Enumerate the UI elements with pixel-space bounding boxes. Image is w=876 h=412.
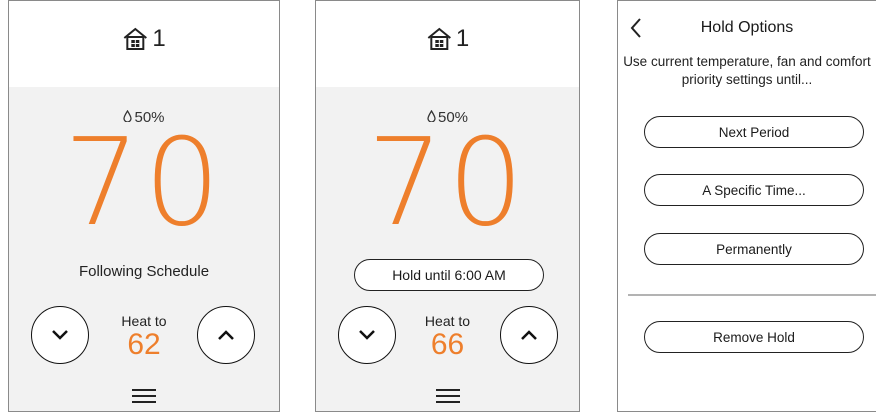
home-zone-icon bbox=[123, 27, 147, 50]
schedule-status: Following Schedule bbox=[78, 263, 210, 280]
menu-icon[interactable] bbox=[435, 389, 460, 403]
zone-indicator[interactable]: 1 bbox=[122, 25, 166, 53]
increase-setpoint-button[interactable] bbox=[197, 306, 255, 364]
header: 1 bbox=[316, 1, 579, 87]
header: 1 bbox=[9, 1, 279, 87]
hold-status-button[interactable]: Hold until 6:00 AM bbox=[354, 259, 544, 291]
chevron-up-icon bbox=[521, 330, 537, 340]
divider bbox=[628, 294, 876, 296]
hold-options-screen: Hold Options Use current temperature, fa… bbox=[617, 0, 876, 412]
current-temperature: 70 bbox=[63, 114, 225, 253]
remove-hold-button[interactable]: Remove Hold bbox=[644, 321, 864, 353]
increase-setpoint-button[interactable] bbox=[500, 306, 558, 364]
specific-time-button[interactable]: A Specific Time... bbox=[644, 174, 864, 206]
zone-number: 1 bbox=[455, 25, 470, 52]
thermostat-hold-screen: 1 50% 70 Hold until 6:00 AM Heat to 66 bbox=[315, 0, 580, 412]
chevron-up-icon bbox=[218, 330, 234, 340]
permanently-button[interactable]: Permanently bbox=[644, 233, 864, 265]
menu-icon[interactable] bbox=[132, 389, 156, 403]
zone-indicator[interactable]: 1 bbox=[426, 25, 469, 53]
current-temperature: 70 bbox=[367, 114, 528, 253]
page-title: Hold Options bbox=[700, 19, 794, 36]
hold-options-description: Use current temperature, fan and comfort… bbox=[623, 54, 871, 87]
thermostat-home-screen: 1 50% 70 Following Schedule Heat to 62 bbox=[8, 0, 280, 412]
next-period-button[interactable]: Next Period bbox=[644, 116, 864, 148]
home-zone-icon bbox=[427, 27, 451, 50]
zone-number: 1 bbox=[152, 25, 166, 52]
